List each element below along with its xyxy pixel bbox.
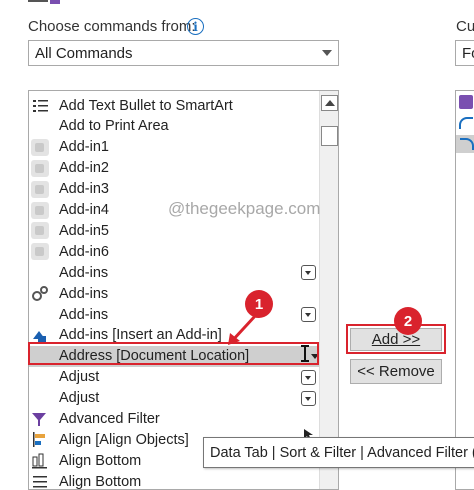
scroll-thumb[interactable] [321, 126, 338, 146]
addin-icon [31, 138, 49, 156]
pointer-arrow-one [228, 313, 258, 345]
undo-icon[interactable] [459, 117, 473, 129]
save-icon[interactable] [459, 95, 473, 109]
command-list-item[interactable]: Add-ins [29, 262, 319, 283]
command-label: Adjust [59, 369, 100, 386]
addin-icon [31, 159, 49, 177]
addin-icon [31, 243, 49, 261]
watermark: @thegeekpage.com [168, 199, 321, 218]
command-label: Add to Print Area [59, 118, 169, 135]
addin-icon [31, 201, 49, 219]
command-list-item[interactable]: Add-in6 [29, 241, 319, 262]
commands-scrollbar[interactable] [319, 91, 338, 489]
command-list-item[interactable]: Adjust [29, 388, 319, 409]
command-label: Add-in5 [59, 222, 109, 239]
command-label: Add-ins [59, 264, 109, 281]
customize-dropdown-value: Fo [462, 44, 474, 62]
command-list-item[interactable]: Add-in2 [29, 158, 319, 179]
remove-button[interactable]: << Remove [350, 359, 442, 384]
commands-listbox[interactable]: Add Text Bullet to SmartArt Add to Print … [28, 90, 339, 490]
gears-icon [31, 285, 49, 302]
command-list-item[interactable]: Add to Print Area [29, 116, 319, 137]
command-list-item[interactable]: Align Bottom [29, 471, 319, 490]
command-list-item[interactable]: Add-in5 [29, 220, 319, 241]
align-bottom-icon [31, 452, 49, 469]
info-icon[interactable]: i [187, 18, 204, 35]
customize-label-partial: Cus [456, 18, 474, 35]
command-label: Adjust [59, 390, 100, 407]
command-list-item[interactable]: Advanced Filter [29, 409, 319, 430]
top-partial-icon [28, 0, 60, 4]
choose-commands-dropdown[interactable]: All Commands [28, 40, 339, 66]
command-label: Add-ins [Insert an Add-in] [59, 327, 222, 344]
highlight-selected-row [28, 342, 319, 365]
align-lines-icon [31, 473, 49, 489]
command-list-item[interactable]: Add-in3 [29, 179, 319, 200]
redo-icon[interactable] [456, 135, 474, 153]
choose-commands-label: Choose commands from: [28, 18, 196, 35]
command-tooltip: Data Tab | Sort & Filter | Advanced Filt… [203, 437, 474, 468]
command-label: Align Bottom [59, 473, 142, 490]
command-label: Advanced Filter [59, 411, 160, 427]
command-list-item[interactable]: Adjust [29, 367, 319, 388]
filter-icon [31, 411, 49, 428]
command-label: Align Bottom [59, 452, 142, 469]
scroll-up-button[interactable] [321, 95, 338, 111]
align-icon [31, 431, 49, 448]
command-label: Add Text Bullet to SmartArt [59, 97, 233, 114]
addin-icon [31, 180, 49, 198]
command-label: Add-in2 [59, 160, 109, 177]
command-label: Add-ins [59, 285, 109, 302]
command-label: Add-in1 [59, 139, 109, 156]
command-list-item[interactable]: Add-ins [29, 283, 319, 304]
customize-dropdown-partial[interactable]: Fo [455, 40, 474, 66]
text-cursor-icon [300, 344, 310, 362]
command-label: Add-ins [59, 306, 109, 323]
addin-icon [31, 222, 49, 240]
submenu-dropdown-icon[interactable] [301, 307, 316, 322]
submenu-dropdown-icon[interactable] [301, 265, 316, 281]
submenu-dropdown-icon[interactable] [301, 390, 316, 406]
add-button[interactable]: Add >> [350, 328, 442, 351]
command-label: Align [Align Objects] [59, 431, 189, 448]
command-label: Add-in4 [59, 202, 109, 218]
command-label: Add-in6 [59, 243, 109, 260]
submenu-dropdown-icon[interactable] [301, 369, 316, 385]
list-icon [31, 97, 49, 114]
chevron-down-icon [322, 50, 332, 56]
command-list-item[interactable]: Add-in1 [29, 137, 319, 158]
step-badge-two: 2 [394, 307, 422, 335]
command-label: Add-in3 [59, 181, 109, 198]
choose-commands-value: All Commands [35, 44, 133, 62]
command-list-item[interactable]: Add Text Bullet to SmartArt [29, 95, 319, 116]
command-list-item[interactable]: Add-ins [29, 304, 319, 325]
remove-button-label: << Remove [357, 363, 435, 380]
quick-access-list-partial[interactable] [455, 90, 474, 490]
tooltip-text: Data Tab | Sort & Filter | Advanced Filt… [210, 444, 474, 461]
